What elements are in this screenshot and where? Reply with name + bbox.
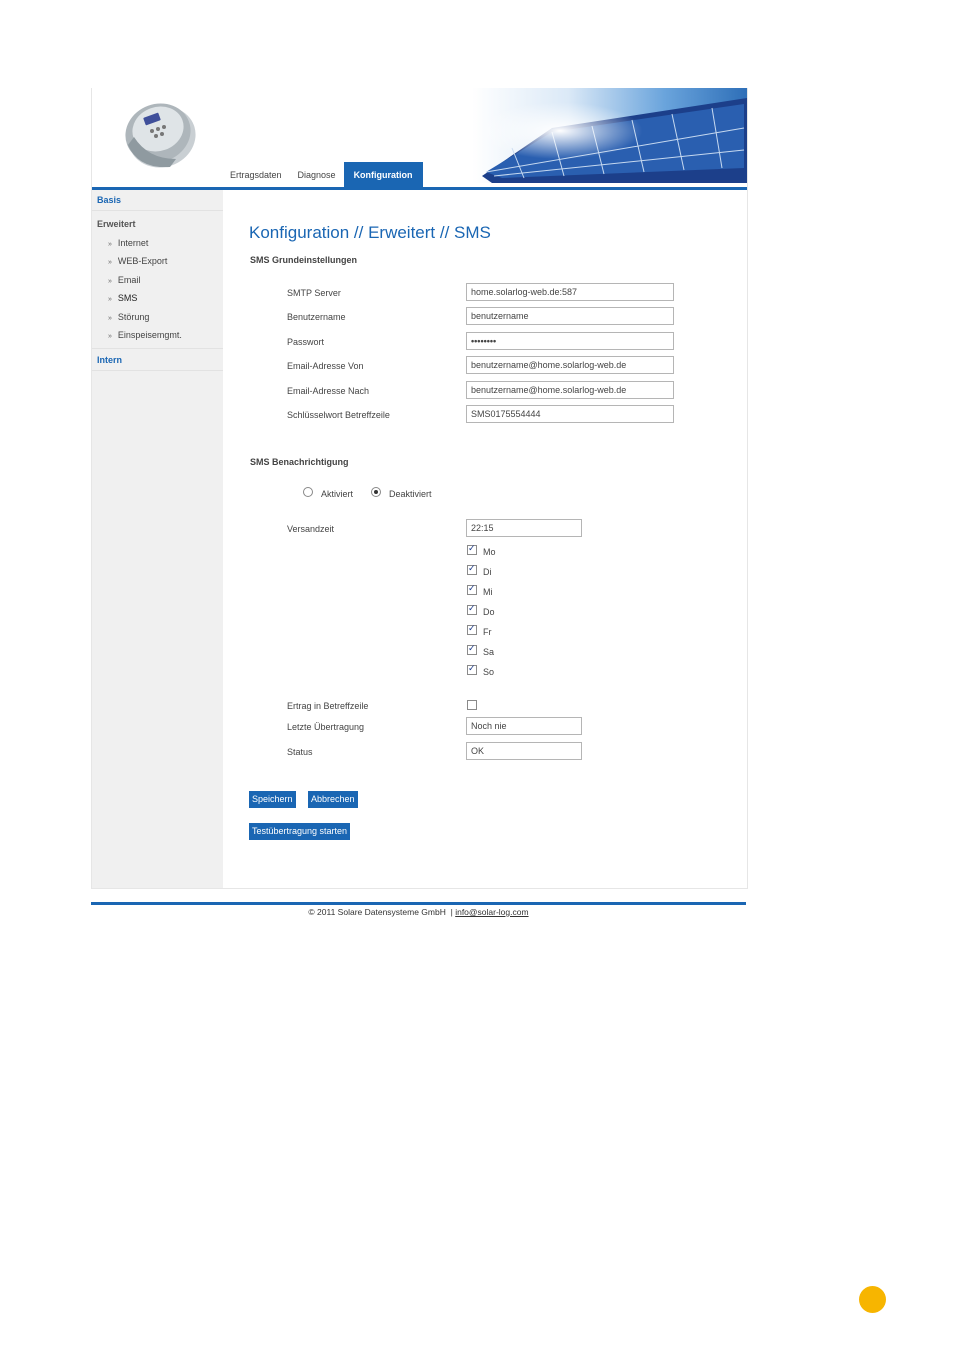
smtp-server-label: SMTP Server (287, 288, 341, 298)
sidebar-item-label: Internet (117, 238, 149, 248)
radio-deaktiviert[interactable] (371, 487, 381, 497)
checkbox-sa[interactable]: ✓ (467, 643, 477, 655)
save-button[interactable]: Speichern (249, 791, 296, 808)
checkbox-so-label: So (483, 667, 495, 677)
checkbox-do-label: Do (483, 607, 495, 617)
checkbox-do[interactable]: ✓ (467, 603, 477, 615)
checkbox-mo[interactable]: ✓ (467, 543, 477, 555)
sidebar-item-web-export[interactable]: » WEB-Export (92, 252, 223, 270)
sidebar-item-einspeisemgmt[interactable]: » Einspeisemgmt. (92, 326, 223, 344)
email-to-label: Email-Adresse Nach (287, 386, 370, 396)
username-input[interactable] (466, 307, 674, 325)
footer-divider (91, 902, 746, 905)
email-from-input[interactable] (466, 356, 674, 374)
bullet-icon: » (108, 332, 112, 340)
radio-deaktiviert-label: Deaktiviert (389, 489, 432, 499)
page-title: Konfiguration // Erweitert // SMS (249, 223, 491, 242)
sidebar-section-intern[interactable]: Intern (92, 349, 223, 372)
footer: © 2011 Solare Datensysteme GmbH | info@s… (91, 907, 746, 917)
username-label: Benutzername (287, 312, 346, 322)
sidebar-item-stoerung[interactable]: » Störung (92, 308, 223, 326)
test-transfer-button[interactable]: Testübertragung starten (249, 823, 351, 840)
send-time-input[interactable] (466, 519, 582, 537)
checkbox-sa-label: Sa (483, 647, 495, 657)
status-field (466, 742, 582, 760)
main-nav: Ertragsdaten Diagnose Konfiguration (222, 162, 423, 187)
sidebar-item-internet[interactable]: » Internet (92, 234, 223, 252)
checkbox-so[interactable]: ✓ (467, 663, 477, 675)
footer-copyright: © 2011 Solare Datensysteme GmbH (308, 907, 446, 917)
solar-panel-banner (472, 88, 747, 183)
check-icon: ✓ (468, 623, 476, 633)
password-label: Passwort (287, 337, 325, 347)
checkbox-fr[interactable]: ✓ (467, 623, 477, 635)
check-icon: ✓ (468, 563, 476, 573)
check-icon: ✓ (468, 663, 476, 673)
subject-keyword-label: Schlüsselwort Betreffzeile (287, 410, 390, 420)
check-icon: ✓ (468, 583, 476, 593)
send-time-label: Versandzeit (287, 524, 335, 534)
sidebar-item-label: Störung (117, 311, 150, 322)
checkbox-fr-label: Fr (483, 627, 492, 637)
tab-konfiguration[interactable]: Konfiguration (343, 162, 423, 187)
sidebar-list: » Internet » WEB-Export » Email » SMS » Störu… (92, 234, 223, 350)
solarlog-device-logo (125, 103, 196, 168)
bullet-icon: » (108, 241, 112, 248)
checkbox-mo-label: Mo (483, 547, 496, 557)
header: Ertragsdaten Diagnose Konfiguration (92, 88, 747, 188)
cancel-button[interactable]: Abbrechen (308, 791, 358, 808)
tab-diagnose[interactable]: Diagnose (290, 162, 344, 187)
sidebar-item-label: Email (117, 274, 141, 285)
checkbox-mi[interactable]: ✓ (467, 583, 477, 595)
bullet-icon: » (108, 259, 112, 267)
sidebar-item-label: SMS (117, 293, 138, 304)
checkbox-di-label: Di (483, 567, 492, 577)
tab-ertragsdaten[interactable]: Ertragsdaten (222, 162, 290, 187)
status-label: Status (287, 747, 313, 757)
password-input[interactable] (466, 332, 674, 350)
section-title-grundeinstellungen: SMS Grundeinstellungen (250, 255, 358, 265)
sidebar-section-erweitert[interactable]: Erweitert (92, 211, 223, 234)
subject-keyword-input[interactable] (466, 405, 674, 423)
radio-aktiviert-label: Aktiviert (321, 489, 354, 499)
last-transfer-field (466, 717, 582, 735)
check-icon: ✓ (468, 603, 476, 613)
sidebar: Basis Erweitert » Internet » WEB-Export » E… (92, 190, 223, 888)
check-icon: ✓ (468, 543, 476, 553)
checkbox-di[interactable]: ✓ (467, 563, 477, 575)
radio-selected-dot (374, 490, 378, 494)
sidebar-item-label: WEB-Export (117, 256, 168, 267)
check-icon: ✓ (468, 643, 476, 653)
bullet-icon: » (108, 296, 112, 304)
bullet-icon: » (108, 314, 112, 322)
radio-aktiviert[interactable] (303, 487, 313, 497)
sidebar-section-basis[interactable]: Basis (92, 190, 223, 211)
yield-subject-label: Ertrag in Betreffzeile (287, 701, 369, 711)
checkbox-mi-label: Mi (483, 587, 493, 597)
last-transfer-label: Letzte Übertragung (287, 722, 365, 732)
sidebar-item-email[interactable]: » Email (92, 271, 223, 289)
footer-separator: | (450, 907, 453, 917)
smtp-server-input[interactable] (466, 283, 674, 301)
email-to-input[interactable] (466, 381, 674, 399)
email-from-label: Email-Adresse Von (287, 361, 364, 371)
section-title-benachrichtigung: SMS Benachrichtigung (250, 457, 349, 467)
bullet-icon: » (108, 277, 112, 285)
page-marker-dot (859, 1286, 886, 1313)
sidebar-item-sms[interactable]: » SMS (92, 289, 223, 307)
footer-email-link[interactable]: info@solar-log.com (455, 907, 528, 917)
sidebar-item-label: Einspeisemgmt. (117, 329, 182, 340)
checkbox-yield-subject[interactable] (467, 700, 477, 710)
